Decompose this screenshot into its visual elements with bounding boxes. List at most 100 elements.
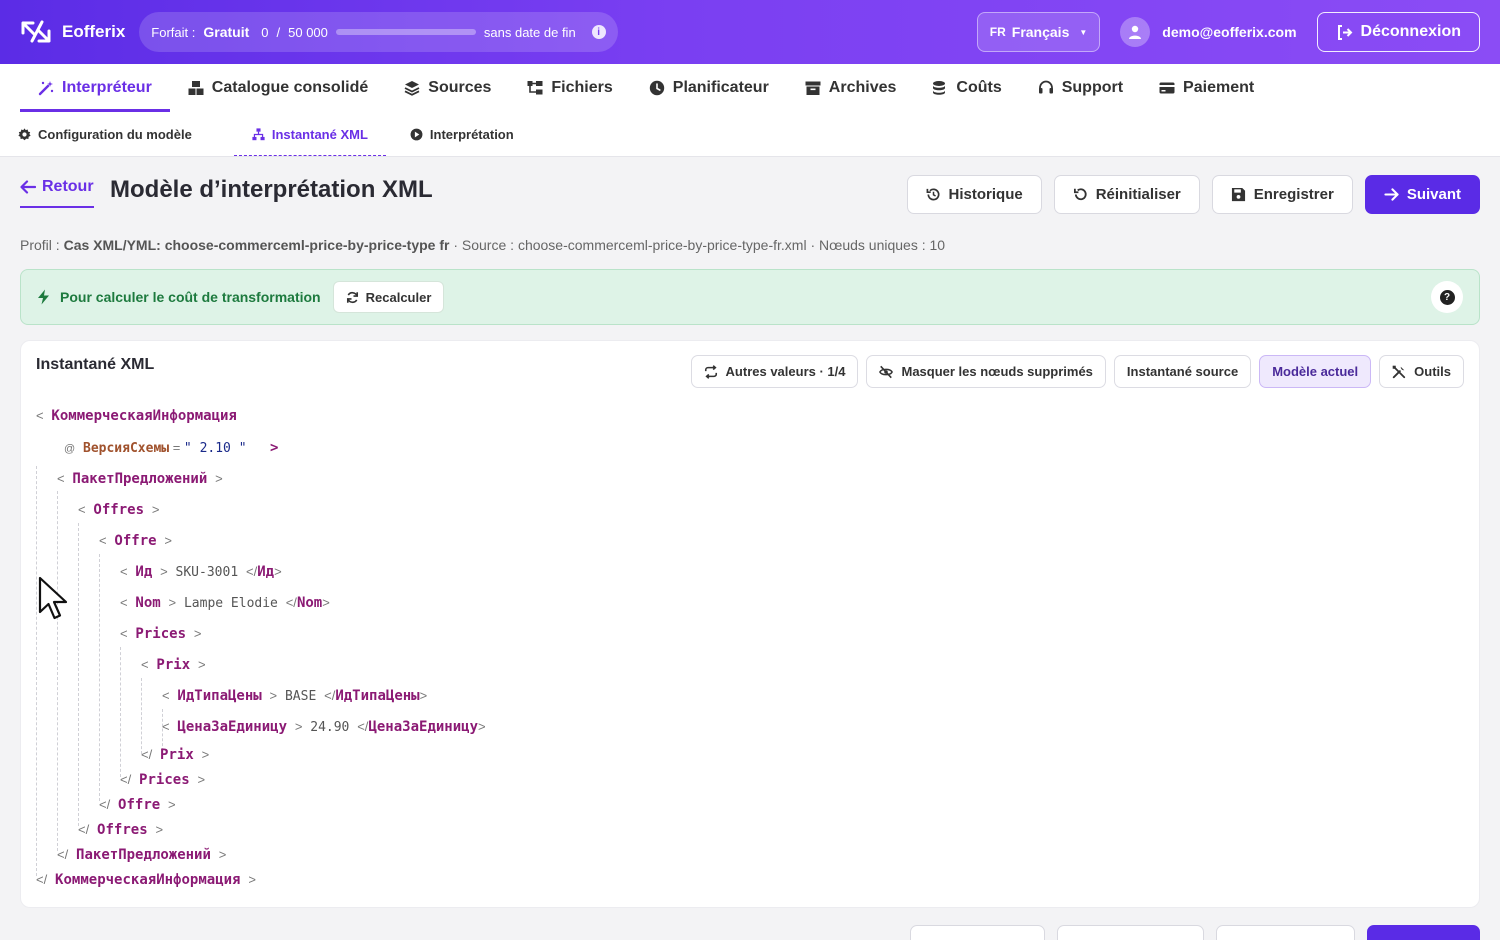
xml-node-prices-open[interactable]: < Prices > (120, 626, 201, 642)
tab-label: Interprétation (429, 126, 514, 142)
sub-nav: Configuration du modèle Instantané XML I… (0, 112, 1500, 157)
brand-name: Eofferix (62, 22, 126, 41)
back-link[interactable]: Retour (20, 178, 94, 208)
user-email: demo@eofferix.com (1162, 24, 1297, 40)
gear-icon (18, 127, 31, 140)
xml-node-offers-open[interactable]: < Offres > (78, 502, 159, 518)
tab-configuration[interactable]: Configuration du modèle (18, 112, 210, 156)
plan-label: Forfait : (151, 24, 196, 40)
xml-node-root-open[interactable]: < КоммерческаяИнформация (36, 408, 237, 424)
indent-guide (36, 466, 37, 876)
arrow-right-icon (1384, 188, 1399, 201)
xml-node-unit-price[interactable]: < ЦенаЗаЕдиницу > 24.90 </ЦенаЗаЕдиницу> (162, 719, 486, 735)
cost-banner: Pour calculer le coût de transformation … (20, 269, 1480, 325)
source-value: choose-commerceml-price-by-price-type-fr… (517, 237, 807, 253)
header-actions: Historique Réinitialiser Enregistrer Sui… (906, 175, 1480, 214)
nav-sources[interactable]: Sources (386, 64, 509, 112)
play-circle-icon (410, 128, 423, 140)
nav-label: Interpréteur (62, 79, 152, 96)
chevron-down-icon: ▼ (1079, 27, 1088, 37)
reset-label: Réinitialiser (1095, 186, 1181, 203)
profile-value: Cas XML/YML: choose-commerceml-price-by-… (63, 237, 450, 253)
page-title: Modèle d’interprétation XML (110, 176, 433, 203)
plan-name: Gratuit (203, 24, 250, 40)
xml-attribute[interactable]: @ ВерсияСхемы = " 2.10 " > (64, 440, 278, 456)
xml-node-price-open[interactable]: < Prix > (141, 657, 206, 673)
layers-icon (404, 81, 420, 96)
nav-label: Planificateur (672, 79, 769, 96)
history-button-bottom[interactable] (910, 925, 1045, 940)
top-bar: Eofferix Forfait : Gratuit 0 / 50 000 sa… (0, 0, 1500, 64)
usage-progress-bar (335, 29, 476, 35)
nodes-label: · Nœuds uniques : (810, 237, 926, 253)
nav-archives[interactable]: Archives (787, 64, 915, 112)
reset-button[interactable]: Réinitialiser (1053, 175, 1200, 214)
nav-interpreteur[interactable]: Interpréteur (20, 64, 170, 112)
nav-fichiers[interactable]: Fichiers (509, 64, 630, 112)
nav-label: Coûts (956, 79, 1002, 96)
xml-node-prices-close: </ Prices > (120, 772, 206, 788)
xml-node-package-open[interactable]: < ПакетПредложений > (57, 471, 223, 487)
main-nav: Interpréteur Catalogue consolidé Sources… (0, 64, 1500, 112)
nav-couts[interactable]: Coûts (914, 64, 1019, 112)
tab-label: Instantané XML (271, 126, 368, 142)
xml-node-root-close: </ КоммерческаяИнформация > (36, 872, 256, 888)
logout-button[interactable]: Déconnexion (1316, 12, 1480, 52)
xml-node-offer-open[interactable]: < Offre > (99, 533, 172, 549)
brand[interactable]: Eofferix (20, 19, 125, 45)
nav-support[interactable]: Support (1020, 64, 1141, 112)
recalc-button[interactable]: Recalculer (332, 281, 445, 313)
boxes-icon (188, 81, 204, 95)
arrow-left-icon (20, 180, 36, 194)
xml-node-offer-close: </ Offre > (99, 797, 176, 813)
tab-instantane-xml[interactable]: Instantané XML (233, 112, 386, 156)
mouse-cursor-icon (38, 576, 68, 620)
source-label: · Source : (453, 237, 515, 253)
next-label: Suivant (1406, 186, 1461, 203)
usage-total: 50 000 (288, 24, 328, 40)
floppy-icon (1231, 187, 1245, 202)
indent-guide (141, 678, 142, 754)
xml-node-price-type[interactable]: < ИдТипаЦены > BASE </ИдТипаЦены> (162, 688, 427, 704)
refresh-icon (346, 291, 358, 303)
save-button[interactable]: Enregistrer (1211, 175, 1353, 214)
indent-guide (57, 491, 58, 851)
undo-icon (1073, 188, 1087, 201)
plan-usage: Forfait : Gratuit 0 / 50 000 sans date d… (139, 12, 618, 52)
indent-guide (78, 523, 79, 826)
xml-node-id[interactable]: < Ид > SKU-3001 </Ид> (120, 564, 282, 580)
usage-separator: / (276, 24, 281, 40)
nav-planificateur[interactable]: Planificateur (631, 64, 787, 112)
nav-label: Archives (828, 79, 897, 96)
clock-icon (649, 80, 664, 96)
history-icon (926, 188, 939, 201)
next-button-bottom[interactable] (1367, 925, 1480, 940)
info-icon[interactable]: i (591, 25, 606, 39)
nav-catalogue[interactable]: Catalogue consolidé (170, 64, 386, 112)
next-button[interactable]: Suivant (1364, 175, 1480, 214)
xml-node-name[interactable]: < Nom > Lampe Elodie </Nom> (120, 595, 330, 611)
bolt-icon (38, 289, 49, 305)
headset-icon (1038, 80, 1053, 94)
help-button[interactable]: ? (1431, 281, 1463, 313)
reset-button-bottom[interactable] (1057, 925, 1204, 940)
logout-icon (1337, 24, 1352, 40)
tab-interpretation[interactable]: Interprétation (410, 112, 532, 156)
user-menu[interactable]: demo@eofferix.com (1120, 17, 1297, 47)
language-selector[interactable]: FR Français ▼ (976, 12, 1101, 52)
recalc-label: Recalculer (365, 289, 432, 305)
nav-label: Catalogue consolidé (211, 79, 369, 96)
usage-used: 0 (261, 24, 269, 40)
xml-node-offers-close: </ Offres > (78, 822, 164, 838)
save-label: Enregistrer (1253, 186, 1334, 203)
nav-paiement[interactable]: Paiement (1141, 64, 1272, 112)
logout-label: Déconnexion (1360, 23, 1461, 40)
xml-snapshot-card: Instantané XML Autres valeurs · 1/4 Masq… (20, 340, 1480, 908)
nav-label: Sources (428, 79, 492, 96)
save-button-bottom[interactable] (1216, 925, 1355, 940)
nav-label: Paiement (1183, 79, 1255, 96)
xml-node-package-close: </ ПакетПредложений > (57, 847, 227, 863)
indent-guide (120, 647, 121, 777)
coins-icon (933, 81, 946, 95)
history-button[interactable]: Historique (906, 175, 1042, 214)
